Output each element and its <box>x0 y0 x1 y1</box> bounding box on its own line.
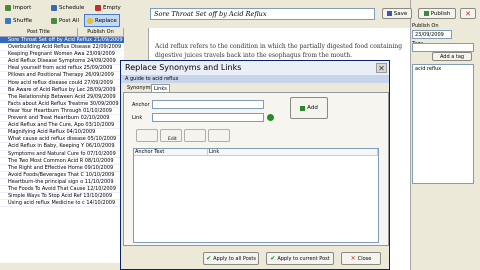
list-item[interactable]: Heartburn-the principal sign o 11/10/200… <box>0 179 124 186</box>
list-item[interactable]: Be Aware of Acid Reflux by Lec 28/09/200… <box>0 87 124 94</box>
close-editor-button[interactable]: ✕ <box>460 8 476 19</box>
post-title-input[interactable]: Sore Throat Set off by Acid Reflux <box>150 8 375 20</box>
publish-icon <box>423 11 429 16</box>
list-item[interactable]: Acid Reflux Disease Symptoms 24/09/2009 <box>0 58 124 66</box>
schedule-button[interactable]: Schedule <box>48 2 88 13</box>
import-icon <box>5 4 11 11</box>
anchor-input[interactable] <box>152 100 264 109</box>
post-list: Sore Throat Set off by Acid Reflux 21/09… <box>0 37 124 270</box>
col-link[interactable]: Link <box>208 149 378 156</box>
empty-icon <box>95 4 101 11</box>
apply-current-label: Apply to current Post <box>277 255 330 262</box>
close-button[interactable]: ✕ Close <box>341 252 381 265</box>
empty-label: Empty <box>103 4 121 11</box>
shuffle-label: Shuffle <box>13 17 33 24</box>
status-strip <box>0 263 124 270</box>
list-item[interactable]: Simple Ways To Stop Acid Ref 13/10/2009 <box>0 193 124 201</box>
list-item[interactable]: Acid Reflux in Baby, Keeping Y 06/10/200… <box>0 143 124 151</box>
list-item[interactable]: Pillows and Positional Therapy 26/09/200… <box>0 72 124 80</box>
col-post-title[interactable]: Post Title <box>0 28 78 36</box>
dialog-close-button[interactable]: ✕ <box>376 63 387 73</box>
post-grid-header: Post Title Publish On <box>0 28 124 37</box>
move-up-button[interactable] <box>136 129 158 142</box>
edit-button[interactable]: Edit <box>160 129 182 142</box>
list-item[interactable]: Using acid reflux Medicine to c 14/10/20… <box>0 200 124 208</box>
delete-button[interactable] <box>184 129 206 142</box>
shuffle-button[interactable]: Shuffle <box>2 15 36 26</box>
close-icon: ✕ <box>350 255 356 262</box>
close-icon: ✕ <box>465 9 471 18</box>
post-all-label: Post All <box>59 17 80 24</box>
left-toolbar: Import Schedule Empty Shuffle Post All R… <box>0 0 124 28</box>
post-all-button[interactable]: Post All <box>48 15 83 26</box>
save-label: Save <box>393 10 408 17</box>
col-publish-on[interactable]: Publish On <box>78 28 124 36</box>
list-item[interactable]: What cause acid reflux disease 05/10/200… <box>0 136 124 144</box>
add-label: Add <box>307 105 318 111</box>
list-item[interactable]: The Two Most Common Acid R 08/10/2009 <box>0 158 124 165</box>
publish-button[interactable]: Publish <box>418 8 456 19</box>
tag-item[interactable]: acid reflux <box>415 65 473 73</box>
check-icon: ✔ <box>206 255 212 262</box>
list-item[interactable]: Facts about Acid Reflux Treatme 30/09/20… <box>0 101 124 108</box>
replace-button[interactable]: Replace <box>84 14 120 27</box>
empty-button[interactable]: Empty <box>92 2 124 13</box>
list-item[interactable]: Prevent and Treat Heartburn 02/10/2009 <box>0 115 124 123</box>
dialog-title: Replace Synonyms and Links <box>121 61 389 75</box>
list-item[interactable]: Symptoms and Natural Cure fo 07/10/2009 <box>0 151 124 158</box>
replace-dialog: Replace Synonyms and Links ✕ A guide to … <box>120 60 390 270</box>
list-item[interactable]: Heal yourself from acid reflux 25/09/200… <box>0 65 124 73</box>
move-down-button[interactable] <box>208 129 230 142</box>
list-item[interactable]: The Relationship Between Acid 29/09/2009 <box>0 94 124 101</box>
close-label: Close <box>357 255 372 262</box>
publish-label: Publish <box>430 10 451 17</box>
anchor-label: Anchor <box>132 102 150 108</box>
schedule-label: Schedule <box>59 4 85 11</box>
import-button[interactable]: Import <box>2 2 35 13</box>
add-tag-button[interactable]: Add a tag <box>432 52 472 61</box>
list-item[interactable]: Acid Reflux and The Cure, Apo 03/10/2009 <box>0 122 124 130</box>
link-label: Link <box>132 115 143 121</box>
apply-current-button[interactable]: ✔ Apply to current Post <box>266 252 334 265</box>
list-item[interactable]: Avoid Foods/Beverages That C 10/10/2009 <box>0 172 124 179</box>
tag-input[interactable] <box>412 43 474 52</box>
list-item[interactable]: Hear Your Heartburn Through 01/10/2009 <box>0 108 124 116</box>
add-button[interactable]: Add <box>290 97 328 119</box>
replace-label: Replace <box>95 17 117 24</box>
post-body-text[interactable]: Acid reflux refers to the condition in w… <box>155 42 403 60</box>
close-icon: ✕ <box>378 64 385 73</box>
edit-label: Edit <box>168 137 177 142</box>
floppy-icon <box>386 11 392 16</box>
col-anchor-text[interactable]: Anchor Text <box>134 149 208 156</box>
list-item[interactable]: Keeping Pregnant Women Awa 23/09/2009 <box>0 51 124 59</box>
check-icon: ✔ <box>270 255 276 262</box>
check-link-icon[interactable] <box>267 114 274 121</box>
list-item[interactable]: The Foods To Avoid That Cause 12/10/2009 <box>0 186 124 194</box>
tab-links[interactable]: Links <box>151 84 170 92</box>
list-item[interactable]: How acid reflux disease could 27/09/2009 <box>0 80 124 87</box>
apply-all-label: Apply to all Posts <box>213 255 256 262</box>
dialog-subtitle: A guide to acid reflux <box>121 75 389 83</box>
list-item[interactable]: Overbuilding Acid Reflux Disease 22/09/2… <box>0 44 124 52</box>
shuffle-icon <box>5 17 11 24</box>
replace-icon <box>87 17 93 24</box>
publish-on-label: Publish On <box>412 23 439 29</box>
list-item[interactable]: The Right and Effective Home 09/10/2009 <box>0 165 124 172</box>
add-icon <box>300 105 306 111</box>
publish-date-field[interactable]: 23/09/2009 <box>412 30 452 39</box>
post-icon <box>51 17 57 24</box>
tag-list[interactable]: acid reflux <box>412 64 474 184</box>
save-button[interactable]: Save <box>382 8 412 19</box>
list-item[interactable]: Sore Throat Set off by Acid Reflux 21/09… <box>0 37 124 45</box>
links-table[interactable]: Anchor Text Link <box>133 148 379 243</box>
add-tag-label: Add a tag <box>439 53 465 60</box>
link-input[interactable] <box>152 113 264 122</box>
apply-all-button[interactable]: ✔ Apply to all Posts <box>203 252 259 265</box>
import-label: Import <box>13 4 32 11</box>
list-item[interactable]: Magnifying Acid Reflux 04/10/2009 <box>0 129 124 137</box>
calendar-icon <box>51 4 57 11</box>
